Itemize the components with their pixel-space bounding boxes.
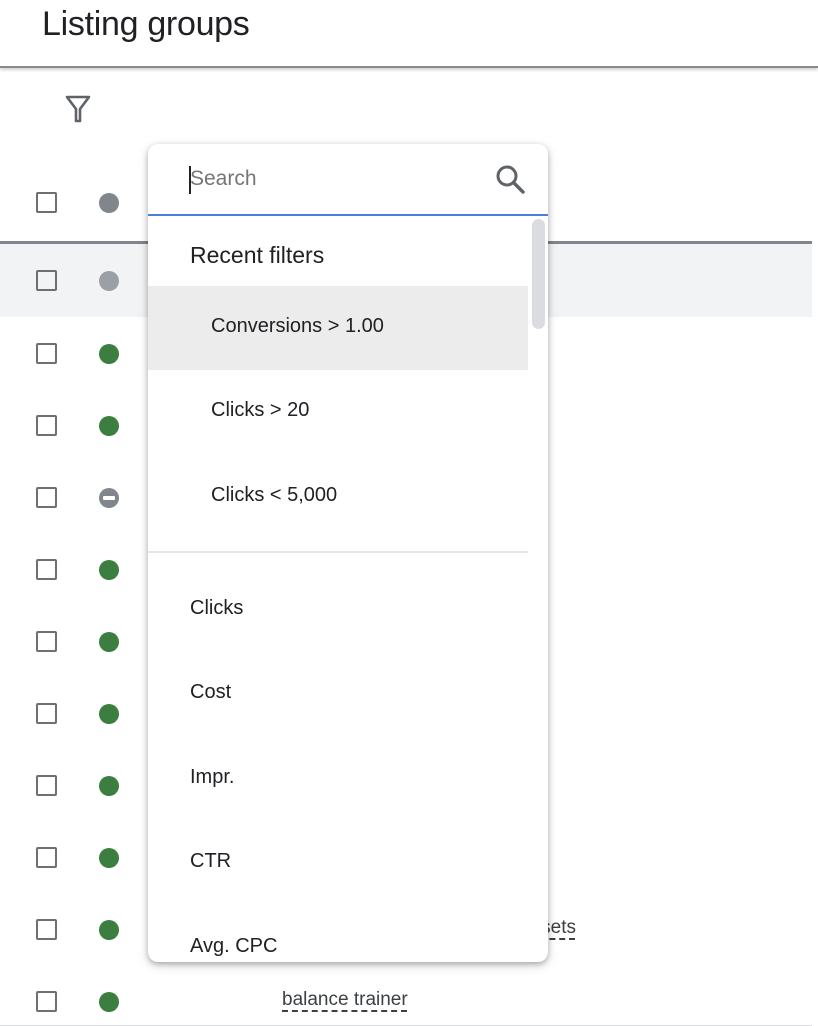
filter-options-list: Recent filters Conversions > 1.00 Clicks… [148,216,548,962]
status-dot-icon [99,560,119,580]
metric-option-label: Cost [190,681,232,703]
menu-divider [148,551,528,553]
row-checkbox[interactable] [36,991,57,1012]
row-checkbox[interactable] [36,847,57,868]
metric-option-label: Clicks [190,597,244,619]
status-dot-icon [99,920,119,940]
metric-option[interactable]: CTR [148,821,528,905]
search-box [148,144,548,216]
metric-option-label: CTR [190,850,232,872]
status-dot-icon [99,271,119,291]
status-dot-icon [99,776,119,796]
listing-group-name[interactable]: balance trainer [282,989,408,1011]
row-checkbox[interactable] [36,775,57,796]
recent-filter-item[interactable]: Clicks > 20 [148,370,528,454]
row-checkbox[interactable] [36,415,57,436]
search-input[interactable] [188,162,490,196]
metric-option[interactable]: Avg. CPC [148,906,528,962]
row-checkbox[interactable] [36,919,57,940]
filter-dropdown: Recent filters Conversions > 1.00 Clicks… [148,144,548,962]
recent-filter-item[interactable]: Clicks < 5,000 [148,455,528,539]
text-cursor [189,166,191,194]
search-icon[interactable] [494,163,526,195]
status-dot-icon [99,193,119,213]
filter-button[interactable] [60,92,96,128]
status-dot-icon [99,344,119,364]
metric-option-label: Impr. [190,766,235,788]
row-checkbox[interactable] [36,631,57,652]
row-checkbox[interactable] [36,703,57,724]
metric-option[interactable]: Impr. [148,737,528,821]
row-checkbox[interactable] [36,559,57,580]
filter-icon [65,95,91,123]
status-dot-icon [99,704,119,724]
row-checkbox[interactable] [36,487,57,508]
scrollbar-thumb[interactable] [532,219,545,329]
page-title: Listing groups [42,5,250,43]
row-checkbox[interactable] [36,270,57,291]
recent-filter-label: Conversions > 1.00 [211,315,384,337]
status-dot-icon [99,416,119,436]
status-dot-icon [99,632,119,652]
row-checkbox[interactable] [36,343,57,364]
recent-filters-heading: Recent filters [190,242,325,268]
page-header: Listing groups [0,0,818,68]
status-dot-icon [99,992,119,1012]
recent-filter-label: Clicks > 20 [211,399,310,421]
recent-filter-item[interactable]: Conversions > 1.00 [148,286,528,370]
recent-filter-label: Clicks < 5,000 [211,484,338,506]
select-all-checkbox[interactable] [36,192,57,213]
table-row: balance trainer [0,965,812,1026]
metric-option-label: Avg. CPC [190,935,278,957]
metric-option[interactable]: Cost [148,652,528,736]
status-dot-icon [99,848,119,868]
metric-option[interactable]: Clicks [148,568,528,652]
status-removed-icon [99,488,119,508]
